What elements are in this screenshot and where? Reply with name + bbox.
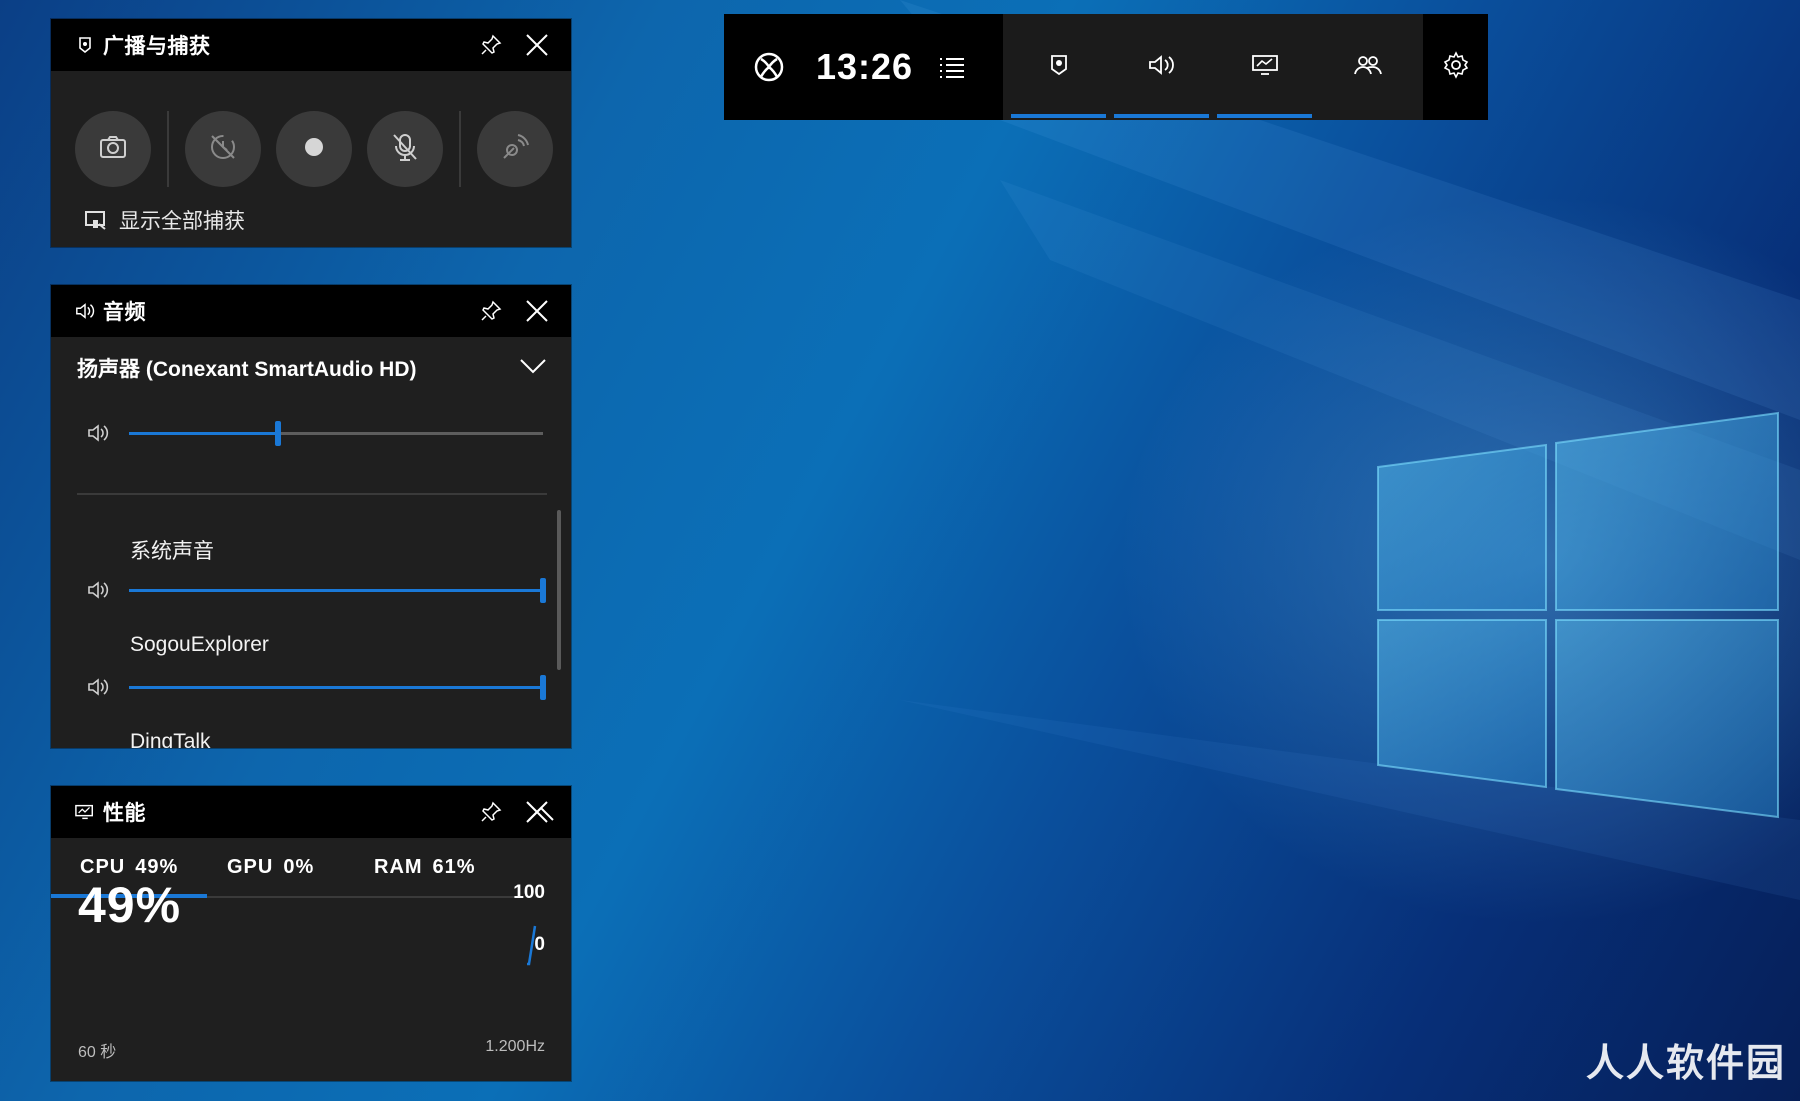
app-volume-row <box>87 575 557 605</box>
output-device-label: 扬声器 (Conexant SmartAudio HD) <box>77 358 417 381</box>
speaker-icon[interactable] <box>87 677 115 697</box>
performance-widget-icon <box>75 802 95 822</box>
chevron-up-icon[interactable] <box>523 796 559 832</box>
tab-ram[interactable]: RAM 61% <box>374 856 521 879</box>
tab-ram-label: RAM <box>374 855 423 878</box>
pin-icon[interactable] <box>473 27 509 63</box>
show-all-captures-label: 显示全部捕获 <box>119 210 245 233</box>
cpu-usage-graph <box>527 925 537 966</box>
gallery-icon <box>85 210 107 230</box>
capture-widget-button[interactable] <box>1011 14 1107 120</box>
graph-time-span: 60 秒 <box>78 1044 117 1061</box>
broadcast-button[interactable] <box>477 111 553 187</box>
app-label: DingTalk <box>130 730 211 748</box>
audio-panel-header[interactable]: 音频 <box>51 285 571 337</box>
screenshot-button[interactable] <box>75 111 151 187</box>
clock-time: 13:26 <box>816 46 914 87</box>
settings-icon <box>1442 50 1470 84</box>
camera-icon <box>99 135 127 164</box>
broadcast-icon <box>500 132 530 167</box>
capture-panel-title: 广播与捕获 <box>103 35 211 58</box>
chevron-down-icon[interactable] <box>519 356 547 380</box>
xbox-icon[interactable] <box>744 42 794 92</box>
capture-panel-header[interactable]: 广播与捕获 <box>51 19 571 71</box>
close-icon[interactable] <box>519 27 555 63</box>
audio-panel: 音频 扬声器 (Conexant SmartAudio HD) 系统声音 Sog… <box>51 285 571 748</box>
speaker-icon[interactable] <box>87 580 115 600</box>
social-widget-button[interactable] <box>1320 14 1415 120</box>
audio-scrollbar[interactable] <box>557 510 561 670</box>
pin-icon[interactable] <box>473 794 509 830</box>
audio-divider <box>77 493 547 495</box>
output-device-select[interactable]: 扬声器 (Conexant SmartAudio HD) <box>51 337 571 399</box>
cpu-usage-value: 49% <box>78 877 182 933</box>
mic-off-icon <box>391 132 419 167</box>
pin-icon[interactable] <box>473 293 509 329</box>
record-icon <box>303 136 325 163</box>
mic-toggle-button[interactable] <box>367 111 443 187</box>
capture-separator <box>167 111 169 187</box>
settings-button[interactable] <box>1423 14 1488 120</box>
audio-widget-button[interactable] <box>1114 14 1210 120</box>
start-recording-button[interactable] <box>276 111 352 187</box>
tab-ram-value: 61% <box>432 855 476 878</box>
audio-panel-title: 音频 <box>103 301 146 324</box>
tab-gpu[interactable]: GPU 0% <box>227 856 374 879</box>
audio-widget-icon <box>1148 54 1176 81</box>
graph-axis-max: 100 <box>513 882 545 903</box>
close-icon[interactable] <box>519 293 555 329</box>
menu-icon[interactable] <box>930 45 974 89</box>
performance-panel-title: 性能 <box>103 802 146 825</box>
tab-gpu-value: 0% <box>283 855 315 878</box>
app-label: 系统声音 <box>130 540 214 563</box>
record-last-30s-button[interactable] <box>185 111 261 187</box>
app-label: SogouExplorer <box>130 633 269 656</box>
performance-panel: 性能 CPU 49% GPU 0% RAM 61% 49% 100 0 60 秒 1.… <box>51 786 571 1081</box>
tab-cpu-label: CPU <box>80 855 126 878</box>
capture-panel: 广播与捕获 显示全部捕获 <box>51 19 571 247</box>
audio-widget-icon <box>75 301 95 321</box>
tab-gpu-label: GPU <box>227 855 274 878</box>
windows-logo <box>1377 411 1779 819</box>
app-volume-row <box>87 672 557 702</box>
speaker-icon[interactable] <box>87 423 115 443</box>
cpu-frequency: 1.200Hz <box>485 1038 545 1055</box>
social-widget-icon <box>1353 54 1383 81</box>
tab-cpu-value: 49% <box>135 855 179 878</box>
show-all-captures-link[interactable]: 显示全部捕获 <box>51 191 571 235</box>
capture-widget-icon <box>1048 54 1070 81</box>
master-volume-slider[interactable] <box>129 420 543 446</box>
capture-widget-icon <box>75 35 95 55</box>
watermark: 人人软件园 <box>1585 1043 1786 1085</box>
game-bar: 13:26 <box>724 14 1488 120</box>
master-volume-row <box>87 418 557 448</box>
app-volume-slider[interactable] <box>129 674 546 700</box>
record-last-icon <box>208 132 238 167</box>
performance-widget-button[interactable] <box>1217 14 1313 120</box>
performance-panel-header[interactable]: 性能 <box>51 786 571 838</box>
capture-separator <box>459 111 461 187</box>
performance-widget-icon <box>1251 54 1279 81</box>
app-volume-slider[interactable] <box>129 577 546 603</box>
